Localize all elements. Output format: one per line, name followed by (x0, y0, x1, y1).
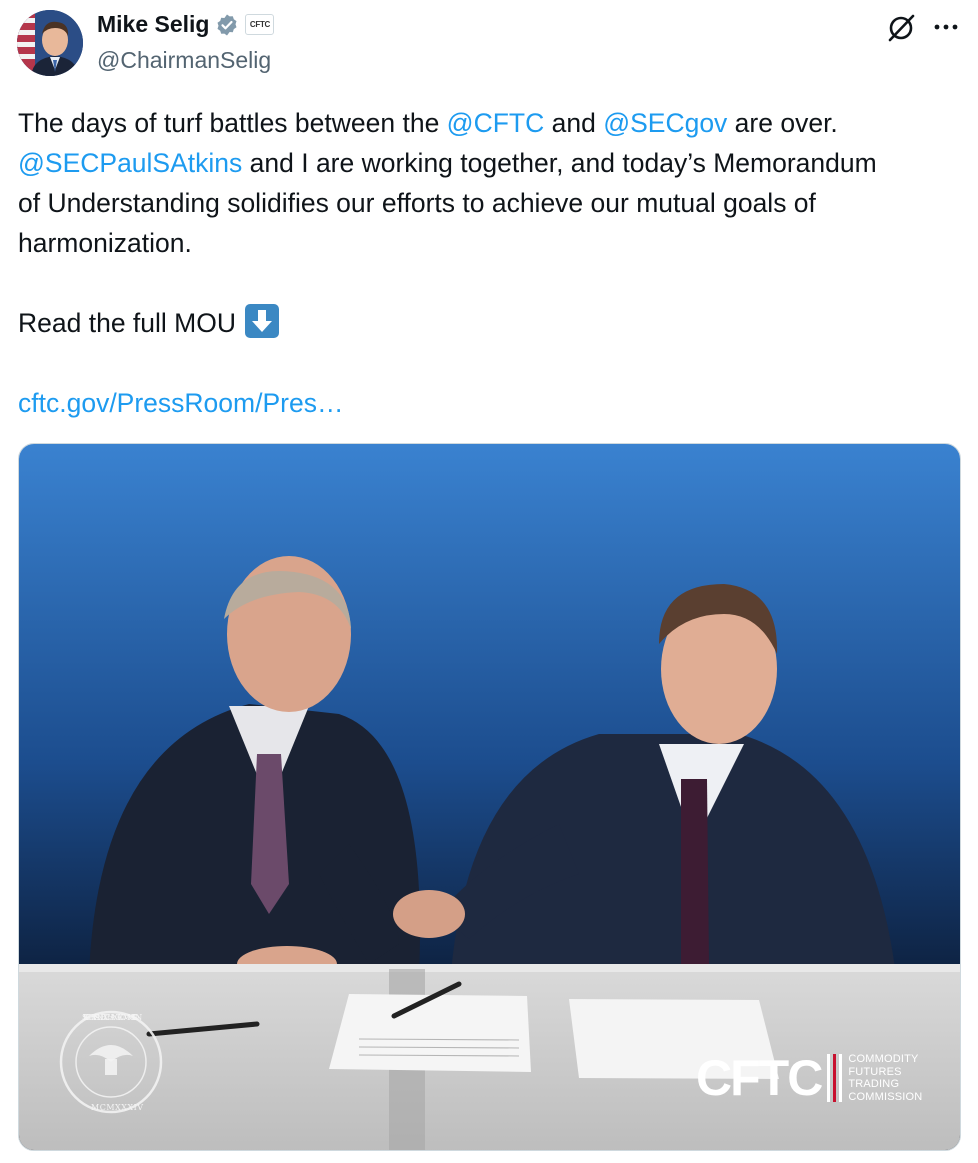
grok-icon[interactable] (886, 13, 916, 43)
down-arrow-emoji-icon (245, 304, 280, 338)
cftc-sub-line: TRADING (848, 1078, 900, 1090)
tweet-text-segment: and (544, 108, 604, 138)
more-icon[interactable] (932, 13, 960, 41)
tweet-line-1: The days of turf battles between the @CF… (18, 103, 968, 143)
tweet-line-2: @SECPaulSAtkins and I are working togeth… (18, 143, 968, 183)
sec-seal-icon: U.S. SECURITIES AND EXCHANGE COMMISSION … (59, 1010, 163, 1114)
cftc-logo: CFTC COMMODITY FUTURES TRADING COMMISSIO… (696, 1053, 922, 1103)
tweet-text-segment: and I are working together, and today’s … (242, 148, 877, 178)
cftc-sub-line: FUTURES (848, 1065, 902, 1078)
tweet-photo[interactable]: U.S. SECURITIES AND EXCHANGE COMMISSION … (18, 443, 961, 1151)
tweet-text: The days of turf battles between the @CF… (18, 103, 968, 423)
author-avatar[interactable] (17, 10, 83, 76)
affiliation-badge[interactable]: CFTC (245, 14, 275, 35)
cftc-logo-word: CFTC (696, 1050, 823, 1106)
author-display-name[interactable]: Mike Selig (97, 11, 209, 38)
tweet-line-link: cftc.gov/PressRoom/Pres… (18, 383, 968, 423)
cftc-sub-line: COMMODITY (848, 1053, 919, 1065)
mention-secpaulsatkins[interactable]: @SECPaulSAtkins (18, 148, 242, 178)
tweet-text-segment: are over. (727, 108, 838, 138)
press-release-link[interactable]: cftc.gov/PressRoom/Pres… (18, 388, 343, 418)
author-handle[interactable]: @ChairmanSelig (97, 47, 271, 74)
mention-secgov[interactable]: @SECgov (603, 108, 727, 138)
cftc-logo-subtitle: COMMODITY FUTURES TRADING COMMISSION (848, 1053, 922, 1103)
author-name-row: Mike Selig CFTC (97, 11, 275, 38)
sec-seal-caption: U.S. SECURITIES AND EXCHANGE COMMISSION (82, 1013, 143, 1022)
tweet-line-4: harmonization. (18, 228, 192, 258)
tweet-line-3: of Understanding solidifies our efforts … (18, 188, 816, 218)
photo-scene: U.S. SECURITIES AND EXCHANGE COMMISSION … (19, 444, 960, 1150)
cftc-logo-stripes (827, 1054, 843, 1102)
mention-cftc[interactable]: @CFTC (447, 108, 545, 138)
verified-badge-icon[interactable] (215, 13, 239, 37)
cftc-sub-line: COMMISSION (848, 1090, 923, 1103)
tweet-line-read-more: Read the full MOU (18, 303, 968, 343)
tweet-text-segment: The days of turf battles between the (18, 108, 447, 138)
read-more-text: Read the full MOU (18, 308, 236, 338)
sec-seal-year: MCMXXXIV (91, 1103, 144, 1112)
